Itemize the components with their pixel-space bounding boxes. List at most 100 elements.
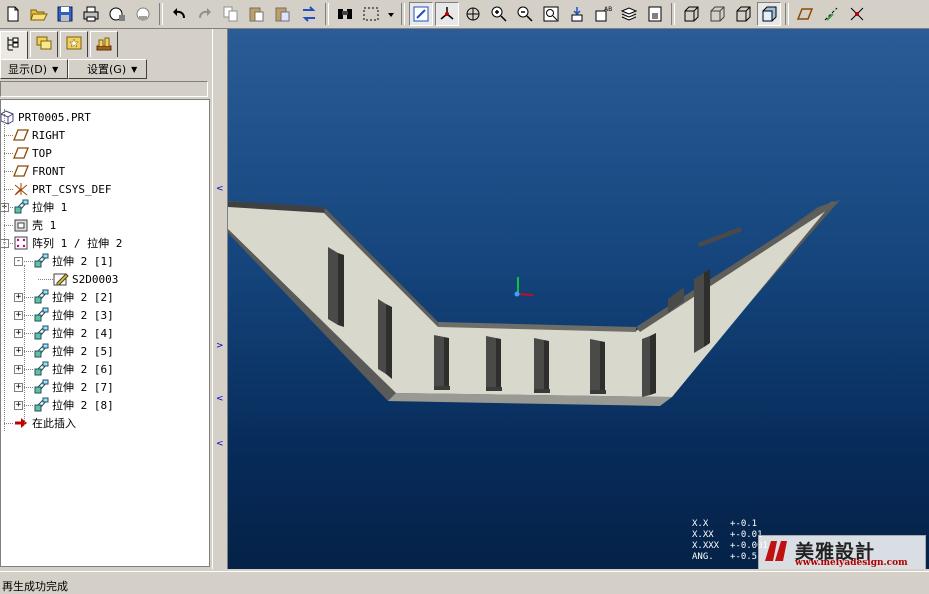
refit-icon[interactable] — [409, 2, 433, 26]
view-manager-icon[interactable] — [643, 2, 667, 26]
tree-node[interactable]: TOP — [13, 144, 52, 162]
tree-node-label: 拉伸 2 [8] — [52, 399, 114, 412]
no-hidden-icon[interactable] — [731, 2, 755, 26]
tree-node-label: 拉伸 1 — [32, 201, 68, 214]
tree-node[interactable]: PRT_CSYS_DEF — [13, 180, 111, 198]
datum-plane-icon — [13, 145, 29, 161]
save-icon[interactable] — [53, 2, 77, 26]
layers-icon[interactable] — [617, 2, 641, 26]
zoom-in-icon[interactable] — [487, 2, 511, 26]
tree-node[interactable]: 拉伸 2 [4] — [33, 324, 114, 342]
expand-node-button[interactable]: + — [14, 311, 23, 320]
dropdown-arrow-icon[interactable] — [385, 2, 397, 26]
collapse-arrow-icon: < — [216, 439, 224, 449]
zoom-out-icon[interactable] — [513, 2, 537, 26]
show-menu-button[interactable]: 显示(D) ▼ — [0, 59, 68, 79]
watermark-logo: 美雅設計 www.meiyadesign.com — [758, 535, 926, 569]
tab-folder-browser[interactable] — [30, 31, 58, 57]
tree-node[interactable]: 拉伸 2 [7] — [33, 378, 114, 396]
tree-connector — [4, 423, 13, 424]
tree-node[interactable]: S2D0003 — [53, 270, 118, 288]
orient-icon[interactable] — [461, 2, 485, 26]
expand-node-button[interactable]: + — [14, 347, 23, 356]
tree-node[interactable]: 拉伸 2 [1] — [33, 252, 114, 270]
status-message: 再生成功完成 — [2, 580, 68, 593]
paste-special-icon[interactable] — [271, 2, 295, 26]
tree-node-label: 拉伸 2 [3] — [52, 309, 114, 322]
tree-node-label: 在此插入 — [32, 417, 76, 430]
expand-node-button[interactable]: + — [14, 329, 23, 338]
datum-point-icon[interactable] — [845, 2, 869, 26]
datum-axis-icon[interactable] — [819, 2, 843, 26]
rib — [496, 338, 501, 391]
model-view[interactable] — [228, 29, 929, 569]
select-toolbar-group — [332, 1, 398, 27]
shading-icon[interactable] — [757, 2, 781, 26]
show-menu-label: 显示(D) — [8, 63, 48, 76]
undo-icon[interactable] — [167, 2, 191, 26]
tolerance-value: +-0.1 — [730, 519, 758, 529]
datum-plane-icon[interactable] — [793, 2, 817, 26]
print-icon[interactable] — [79, 2, 103, 26]
new-icon[interactable] — [1, 2, 25, 26]
email-icon[interactable] — [105, 2, 129, 26]
named-view-icon[interactable]: AB — [591, 2, 615, 26]
collapse-node-button[interactable]: - — [14, 257, 23, 266]
watermark-url: www.meiyadesign.com — [795, 558, 908, 568]
tree-node[interactable]: 在此插入 — [13, 414, 76, 432]
extrude-icon — [33, 307, 49, 323]
tree-filter-field[interactable] — [0, 81, 208, 97]
select-box-icon[interactable] — [359, 2, 383, 26]
tree-node[interactable]: 拉伸 2 [5] — [33, 342, 114, 360]
copy-icon[interactable] — [219, 2, 243, 26]
tab-favorites[interactable] — [60, 31, 88, 57]
extrude-icon — [33, 379, 49, 395]
redo-icon[interactable] — [193, 2, 217, 26]
tree-node[interactable]: 拉伸 2 [8] — [33, 396, 114, 414]
settings-menu-button[interactable]: 设置(G) ▼ — [68, 59, 147, 79]
tree-connector — [4, 189, 13, 190]
repaint-icon[interactable] — [565, 2, 589, 26]
expand-node-button[interactable]: + — [14, 365, 23, 374]
find-icon[interactable] — [333, 2, 357, 26]
shell-icon — [13, 217, 29, 233]
regenerate-icon[interactable] — [297, 2, 321, 26]
tree-node[interactable]: RIGHT — [13, 126, 65, 144]
tab-connections[interactable] — [90, 31, 118, 57]
tree-node-label: PRT0005.PRT — [18, 110, 91, 124]
expand-node-button[interactable]: + — [14, 383, 23, 392]
wireframe-icon[interactable] — [679, 2, 703, 26]
paste-icon[interactable] — [245, 2, 269, 26]
tree-node[interactable]: 拉伸 2 [6] — [33, 360, 114, 378]
expand-node-button[interactable]: + — [14, 293, 23, 302]
hidden-line-icon[interactable] — [705, 2, 729, 26]
connections-icon — [95, 34, 113, 55]
extrude-icon — [33, 253, 49, 269]
tree-node[interactable]: 拉伸 2 [3] — [33, 306, 114, 324]
tree-node[interactable]: 阵列 1 / 拉伸 2 — [13, 234, 122, 252]
tree-node[interactable]: 壳 1 — [13, 216, 56, 234]
sketch-icon — [53, 271, 69, 287]
expand-node-button[interactable]: + — [14, 401, 23, 410]
tree-node[interactable]: FRONT — [13, 162, 65, 180]
tolerance-row: X.X +-0.1 — [692, 519, 768, 530]
graphics-window[interactable]: X.X +-0.1 X.XX +-0.01 X.XXX +-0.001 ANG. +-0.5 … — [228, 29, 929, 569]
tolerance-label: X.XXX — [692, 541, 720, 551]
tree-node-label: 阵列 1 / 拉伸 2 — [32, 237, 123, 250]
panel-splitter[interactable]: < > < < — [212, 29, 228, 569]
rib — [694, 273, 704, 353]
tolerance-label: X.X — [692, 519, 709, 529]
email-attach-icon[interactable] — [131, 2, 155, 26]
navigator-panel: 显示(D) ▼ 设置(G) ▼ PRT0005.PRT RIGHT TOP FRONT… — [0, 29, 212, 569]
spin-center-icon[interactable] — [435, 2, 459, 26]
tab-model-tree[interactable] — [0, 31, 28, 59]
tolerance-label: X.XX — [692, 530, 714, 540]
tree-node[interactable]: PRT0005.PRT — [1, 108, 91, 126]
extrude-icon — [33, 343, 49, 359]
tree-node[interactable]: 拉伸 1 — [13, 198, 67, 216]
open-icon[interactable] — [27, 2, 51, 26]
rib — [590, 339, 600, 393]
view-toolbar-group: AB — [408, 1, 668, 27]
zoom-fit-icon[interactable] — [539, 2, 563, 26]
tree-node[interactable]: 拉伸 2 [2] — [33, 288, 114, 306]
